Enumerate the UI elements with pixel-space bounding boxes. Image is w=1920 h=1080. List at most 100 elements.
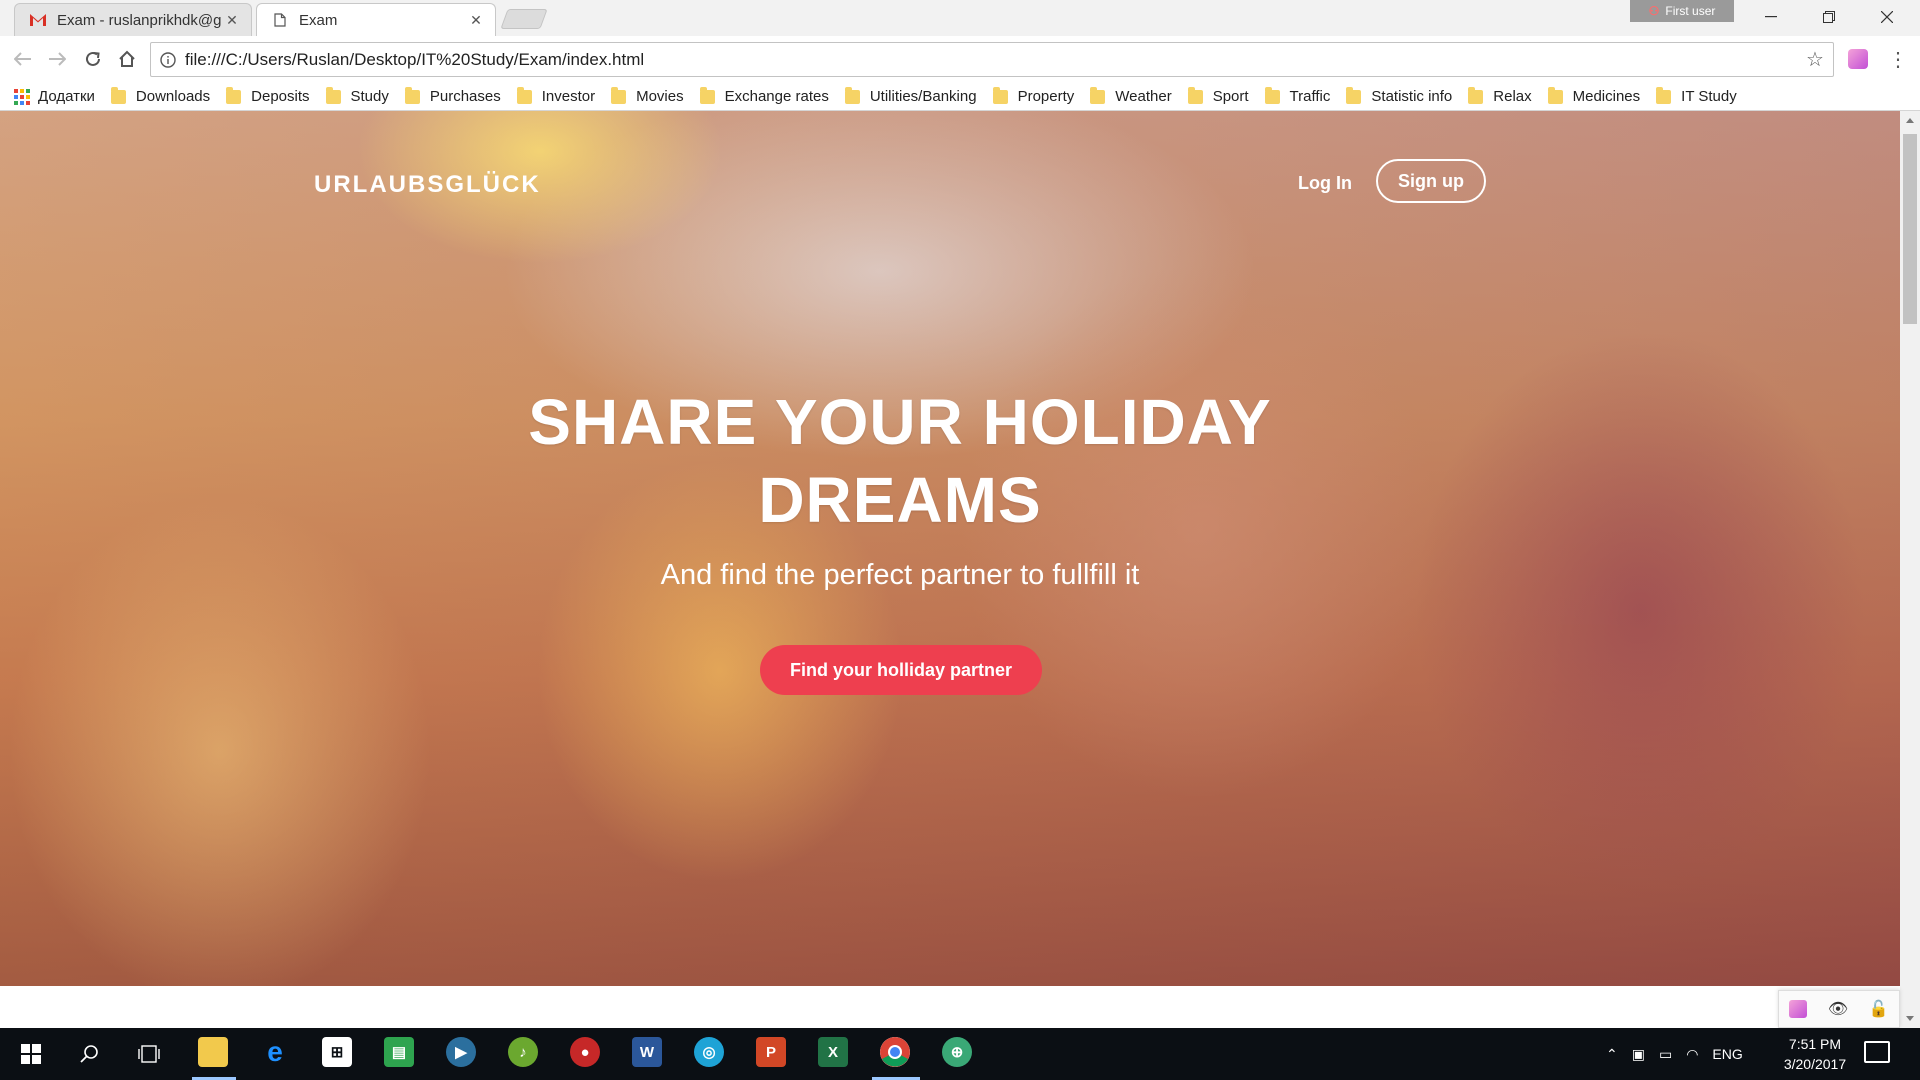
forward-button[interactable] bbox=[42, 44, 72, 74]
find-partner-button[interactable]: Find your holliday partner bbox=[760, 645, 1042, 695]
scroll-down-arrow-icon[interactable] bbox=[1906, 1016, 1914, 1021]
media-icon[interactable]: ▶ bbox=[446, 1037, 476, 1067]
bookmark-label: Investor bbox=[541, 88, 596, 105]
close-window-button[interactable] bbox=[1858, 0, 1916, 34]
word-icon[interactable]: W bbox=[632, 1037, 662, 1067]
battery-icon[interactable]: ▭ bbox=[1659, 1046, 1672, 1063]
disc-icon[interactable]: ◎ bbox=[694, 1037, 724, 1067]
start-button[interactable] bbox=[4, 1028, 58, 1080]
bookmark-folder[interactable]: Study bbox=[325, 86, 389, 105]
folder-icon bbox=[516, 86, 532, 104]
system-clock[interactable]: 7:51 PM 3/20/2017 bbox=[1770, 1034, 1860, 1074]
folder-icon bbox=[110, 86, 126, 104]
bookmark-folder[interactable]: Relax bbox=[1468, 86, 1532, 105]
url-text[interactable]: file:///C:/Users/Ruslan/Desktop/IT%20Stu… bbox=[185, 50, 1797, 70]
sheets-icon[interactable]: ▤ bbox=[384, 1037, 414, 1067]
close-tab-icon[interactable]: ✕ bbox=[225, 12, 239, 28]
edge-icon[interactable]: e bbox=[260, 1036, 290, 1067]
profile-badge[interactable]: ⚇ First user bbox=[1630, 0, 1734, 22]
folder-icon bbox=[844, 86, 860, 104]
tab-gmail[interactable]: Exam - ruslanprikhdk@g ✕ bbox=[14, 3, 252, 36]
browser-tab-strip: Exam - ruslanprikhdk@g ✕ Exam ✕ ⚇ First … bbox=[0, 0, 1920, 36]
restore-button[interactable] bbox=[1800, 0, 1858, 34]
new-tab-button[interactable] bbox=[500, 9, 548, 29]
bookmark-label: Relax bbox=[1493, 88, 1532, 105]
scroll-up-arrow-icon[interactable] bbox=[1906, 118, 1914, 123]
folder-icon bbox=[611, 86, 627, 104]
store-icon[interactable]: ⊞ bbox=[322, 1037, 352, 1067]
bookmark-folder[interactable]: Deposits bbox=[226, 86, 310, 105]
folder-icon bbox=[1264, 86, 1280, 104]
folder-icon bbox=[1547, 86, 1563, 104]
search-icon[interactable] bbox=[62, 1028, 116, 1080]
back-button[interactable] bbox=[8, 44, 38, 74]
system-tray: ⌃ ▣ ▭ ◠ ENG bbox=[1606, 1028, 1743, 1080]
folder-icon bbox=[226, 86, 242, 104]
unlock-icon[interactable]: 🔓 bbox=[1869, 999, 1889, 1019]
screen-recorder-icon[interactable]: ● bbox=[570, 1037, 600, 1067]
bookmark-folder[interactable]: Medicines bbox=[1547, 86, 1641, 105]
bookmark-folder[interactable]: Investor bbox=[516, 86, 596, 105]
signup-button[interactable]: Sign up bbox=[1376, 159, 1486, 203]
tab-exam[interactable]: Exam ✕ bbox=[256, 3, 496, 36]
info-icon[interactable] bbox=[151, 51, 185, 68]
page-viewport: URLAUBSGLÜCK Log In Sign up SHARE YOUR H… bbox=[0, 111, 1900, 1028]
globe-icon[interactable]: ⊕ bbox=[942, 1037, 972, 1067]
bookmark-label: Sport bbox=[1212, 88, 1249, 105]
browser-menu-button[interactable]: ⋮ bbox=[1888, 46, 1908, 72]
address-bar[interactable]: file:///C:/Users/Ruslan/Desktop/IT%20Stu… bbox=[150, 42, 1834, 77]
bookmarks-bar: Додатки Downloads Deposits Study Purchas… bbox=[0, 83, 1920, 111]
bookmark-folder[interactable]: Purchases bbox=[404, 86, 501, 105]
excel-icon[interactable]: X bbox=[818, 1037, 848, 1067]
bookmark-label: Study bbox=[350, 88, 389, 105]
chevron-up-icon[interactable]: ⌃ bbox=[1606, 1046, 1618, 1063]
bookmark-label: Medicines bbox=[1572, 88, 1641, 105]
minimize-button[interactable] bbox=[1742, 0, 1800, 34]
home-button[interactable] bbox=[112, 44, 142, 74]
folder-icon bbox=[992, 86, 1008, 104]
folder-icon bbox=[404, 86, 420, 104]
close-tab-icon[interactable]: ✕ bbox=[469, 12, 483, 28]
bookmark-label: Deposits bbox=[251, 88, 310, 105]
bookmark-folder[interactable]: Downloads bbox=[110, 86, 210, 105]
extension-icon[interactable] bbox=[1789, 1000, 1808, 1018]
bookmark-folder[interactable]: Statistic info bbox=[1346, 86, 1453, 105]
site-logo[interactable]: URLAUBSGLÜCK bbox=[314, 171, 541, 199]
tab-title: Exam bbox=[299, 11, 338, 29]
file-explorer-icon[interactable] bbox=[198, 1037, 228, 1067]
bookmark-folder[interactable]: Movies bbox=[611, 86, 684, 105]
bookmark-label: Statistic info bbox=[1371, 88, 1453, 105]
gmail-icon bbox=[29, 13, 47, 27]
bookmark-label: Property bbox=[1017, 88, 1075, 105]
reload-button[interactable] bbox=[78, 44, 108, 74]
login-link[interactable]: Log In bbox=[1298, 168, 1352, 198]
bookmark-folder[interactable]: Sport bbox=[1187, 86, 1249, 105]
extension-icon[interactable] bbox=[1848, 49, 1868, 69]
folder-icon bbox=[1346, 86, 1362, 104]
task-view-icon[interactable] bbox=[122, 1028, 176, 1080]
chrome-icon[interactable] bbox=[880, 1037, 910, 1067]
tab-title: Exam - ruslanprikhdk@g bbox=[57, 11, 222, 29]
input-language[interactable]: ENG bbox=[1712, 1046, 1742, 1062]
bookmark-folder[interactable]: Traffic bbox=[1264, 86, 1330, 105]
bookmark-folder[interactable]: Exchange rates bbox=[699, 86, 829, 105]
bookmark-label: Purchases bbox=[429, 88, 501, 105]
wifi-icon[interactable]: ◠ bbox=[1686, 1046, 1698, 1063]
notification-center-icon[interactable] bbox=[1864, 1041, 1890, 1063]
powerpoint-icon[interactable]: P bbox=[756, 1037, 786, 1067]
bookmark-folder[interactable]: Utilities/Banking bbox=[844, 86, 977, 105]
bookmark-label: Movies bbox=[636, 88, 684, 105]
music-icon[interactable]: ♪ bbox=[508, 1037, 538, 1067]
scrollbar-thumb[interactable] bbox=[1903, 134, 1917, 324]
extension-toolbar-popup: 👁 🔓 bbox=[1778, 990, 1900, 1028]
bookmark-folder[interactable]: IT Study bbox=[1656, 86, 1737, 105]
bookmark-apps[interactable]: Додатки bbox=[14, 88, 95, 105]
bookmark-folder[interactable]: Weather bbox=[1090, 86, 1172, 105]
hero-headline: SHARE YOUR HOLIDAY DREAMS bbox=[528, 386, 1272, 536]
eye-icon[interactable]: 👁 bbox=[1828, 999, 1848, 1019]
bookmark-star-icon[interactable]: ☆ bbox=[1797, 47, 1833, 72]
bookmark-folder[interactable]: Property bbox=[992, 86, 1075, 105]
network-status-icon[interactable]: ▣ bbox=[1632, 1046, 1645, 1063]
browser-toolbar: file:///C:/Users/Ruslan/Desktop/IT%20Stu… bbox=[0, 36, 1920, 83]
bookmark-label: IT Study bbox=[1681, 88, 1737, 105]
